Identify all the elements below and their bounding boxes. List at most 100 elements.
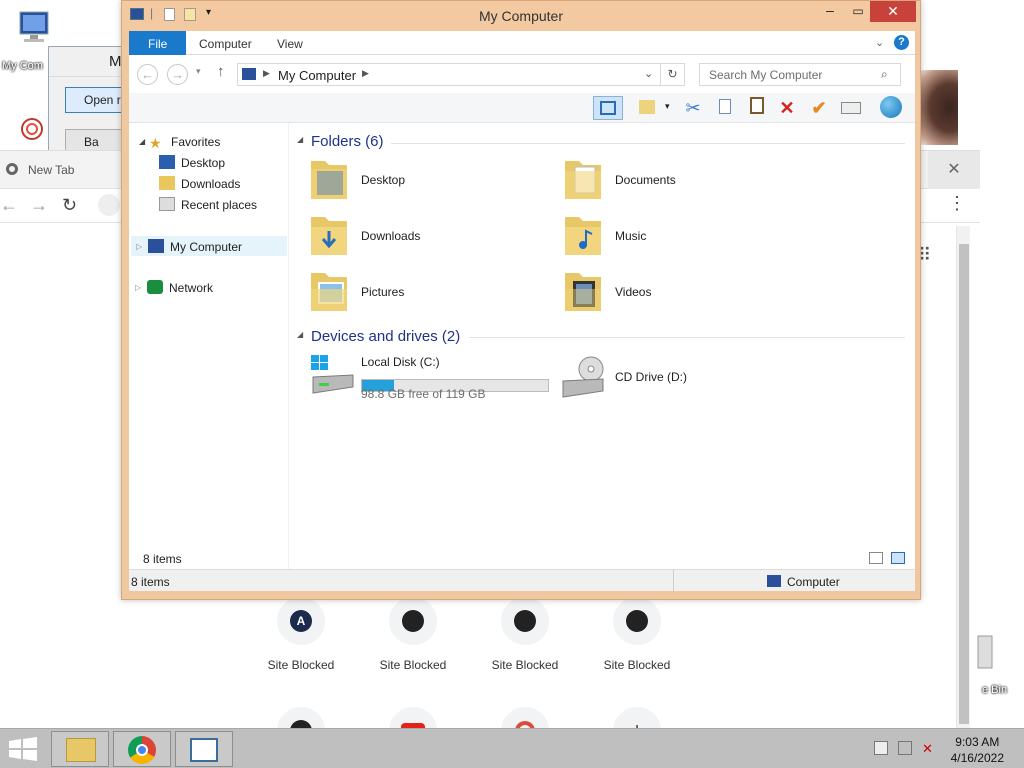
folder-item-downloads[interactable]: Downloads	[309, 213, 539, 261]
forward-arrow-icon[interactable]: →	[30, 195, 48, 216]
properties-icon[interactable]	[839, 96, 863, 120]
drive-free-space: 98.8 GB free of 119 GB	[361, 387, 486, 401]
search-icon[interactable]: ⌕	[881, 67, 888, 82]
tab-file[interactable]: File	[129, 31, 187, 55]
globe-icon[interactable]	[879, 96, 903, 120]
window-title: My Computer	[478, 8, 564, 24]
desktop-icon-app[interactable]	[14, 112, 50, 146]
dropdown-icon[interactable]: ▾	[665, 101, 670, 112]
shortcut-tile[interactable]: Site Blocked	[475, 597, 575, 672]
folder-name: Videos	[615, 285, 652, 299]
close-button[interactable]: ✕	[870, 1, 916, 22]
tab-new-tab[interactable]: New Tab	[0, 151, 120, 189]
recycle-bin-label: e Bin	[982, 684, 1008, 696]
shortcut-tile[interactable]: Site Blocked	[587, 597, 687, 672]
github-icon	[514, 610, 536, 632]
breadcrumb-chevron-icon[interactable]: ▶	[362, 68, 369, 79]
refresh-button[interactable]: ↻	[661, 63, 685, 86]
address-bar[interactable]: ▶ My Computer ▶ ⌄	[237, 63, 661, 86]
shortcut-tile[interactable]: Site Blocked	[363, 597, 463, 672]
folder-item-documents[interactable]: Documents	[563, 157, 793, 205]
navigation-bar: ← → ▾ ↑ ▶ My Computer ▶ ⌄ ↻ Search My Co…	[129, 55, 915, 93]
maximize-button[interactable]: ▭	[844, 1, 872, 22]
navigation-pane: ◢ ★ Favorites Desktop Downloads Recent pl…	[129, 123, 289, 569]
recent-locations-icon[interactable]: ▾	[196, 66, 201, 77]
clock-date: 4/16/2022	[950, 751, 1004, 765]
breadcrumb-chevron-icon[interactable]: ▶	[263, 68, 270, 79]
taskbar-chrome-button[interactable]	[113, 731, 171, 767]
up-button[interactable]: ↑	[217, 63, 225, 80]
details-view-icon[interactable]	[869, 552, 883, 564]
group-header-devices[interactable]: Devices and drives (2)	[311, 328, 460, 345]
sidebar-item-desktop[interactable]: Desktop	[159, 153, 225, 173]
folder-item-videos[interactable]: Videos	[563, 269, 793, 317]
expand-icon[interactable]: ▷	[135, 278, 141, 298]
search-input[interactable]: Search My Computer	[699, 63, 901, 86]
title-bar[interactable]: | ▾ My Computer – ▭ ✕	[122, 1, 920, 31]
help-icon[interactable]: ?	[894, 35, 909, 50]
shortcut-tile[interactable]: A Site Blocked	[251, 597, 351, 672]
rename-icon[interactable]: ✔	[807, 96, 831, 120]
copy-icon[interactable]	[713, 96, 737, 120]
collapse-group-icon[interactable]: ◢	[297, 330, 303, 339]
sidebar-item-my-computer[interactable]: ▷ My Computer	[131, 236, 287, 256]
site-letter-icon: A	[290, 610, 312, 632]
delete-icon[interactable]: ✕	[775, 96, 799, 120]
folder-item-desktop[interactable]: Desktop	[309, 157, 539, 205]
star-icon: ★	[149, 135, 162, 151]
collapse-icon[interactable]: ◢	[139, 137, 145, 146]
taskbar-explorer-button[interactable]	[51, 731, 109, 767]
sidebar-item-label: Desktop	[181, 156, 226, 170]
site-info-icon[interactable]	[98, 194, 120, 216]
folder-name: Pictures	[361, 285, 405, 299]
cut-icon[interactable]: ✂	[681, 96, 705, 120]
chrome-scrollbar[interactable]	[956, 226, 970, 729]
desktop-icon-my-computer[interactable]: My Com	[2, 8, 64, 72]
github-icon	[402, 610, 424, 632]
chrome-menu-icon[interactable]: ⋮	[948, 193, 966, 214]
folder-item-music[interactable]: Music	[563, 213, 793, 261]
tab-view[interactable]: View	[263, 31, 317, 55]
desktop-folder-icon	[311, 161, 347, 199]
minimize-button[interactable]: –	[816, 1, 844, 22]
system-clock[interactable]: 9:03 AM 4/16/2022	[951, 734, 1004, 766]
collapse-group-icon[interactable]: ◢	[297, 135, 303, 144]
taskbar-app-button[interactable]	[175, 731, 233, 767]
network-status-icon[interactable]	[898, 741, 912, 755]
expand-icon[interactable]: ▷	[136, 237, 142, 257]
ribbon-expand-icon[interactable]: ⌄	[875, 36, 884, 49]
reload-icon[interactable]: ↻	[62, 195, 77, 216]
breadcrumb[interactable]: My Computer	[278, 68, 356, 83]
action-center-icon[interactable]	[874, 741, 888, 755]
music-folder-icon	[565, 217, 601, 255]
address-dropdown-icon[interactable]: ⌄	[644, 67, 653, 80]
windows-drive-icon	[311, 355, 354, 394]
clock-time: 9:03 AM	[955, 735, 1000, 749]
drive-item-c[interactable]: Local Disk (C:) 98.8 GB free of 119 GB	[309, 353, 559, 401]
paste-icon[interactable]	[745, 96, 769, 120]
sidebar-item-recent[interactable]: Recent places	[159, 195, 257, 215]
start-button[interactable]	[8, 737, 38, 764]
preview-pane-button[interactable]	[593, 96, 623, 120]
back-button[interactable]: ←	[137, 64, 158, 85]
forward-button[interactable]: →	[167, 64, 188, 85]
folder-options-icon[interactable]	[635, 96, 659, 120]
recycle-bin-icon[interactable]	[976, 632, 996, 672]
status-item-count: 8 items	[131, 575, 170, 589]
window-app-icon	[190, 738, 218, 762]
explorer-window: | ▾ My Computer – ▭ ✕ File Computer View…	[121, 0, 921, 600]
folder-item-pictures[interactable]: Pictures	[309, 269, 539, 317]
sidebar-item-network[interactable]: ▷ Network	[131, 278, 213, 298]
tab-computer[interactable]: Computer	[185, 31, 266, 55]
chrome-close-button[interactable]: ✕	[928, 151, 980, 189]
drive-item-d[interactable]: CD Drive (D:)	[561, 353, 791, 401]
shortcut-label: Site Blocked	[379, 658, 447, 672]
documents-folder-icon	[565, 161, 601, 199]
sidebar-item-favorites[interactable]: ★ Favorites	[149, 132, 220, 152]
large-icons-view-icon[interactable]	[891, 552, 905, 564]
group-header-folders[interactable]: Folders (6)	[311, 133, 384, 150]
folder-name: Documents	[615, 173, 676, 187]
back-arrow-icon[interactable]: ←	[0, 195, 18, 216]
sidebar-item-downloads[interactable]: Downloads	[159, 174, 240, 194]
volume-muted-icon[interactable]: ✕	[922, 741, 933, 757]
